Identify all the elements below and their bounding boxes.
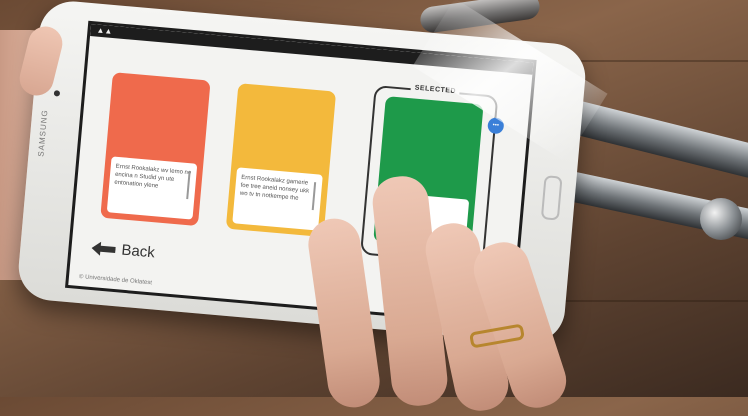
card-text: Ernst Rookalakz gamerie foe tree aneid n…: [239, 174, 310, 202]
card-text: Ernst Rookalakz wv lemo ne encina n Stud…: [114, 163, 192, 190]
back-button[interactable]: Back: [91, 239, 156, 262]
footer-text: © Universidade de Oklatest: [78, 273, 153, 287]
brand-logo: SAMSUNG: [36, 108, 50, 158]
back-arrow-icon: [91, 241, 116, 256]
status-bar: ▲▲: [90, 24, 534, 75]
card-scrollbar[interactable]: [311, 182, 317, 211]
info-icon[interactable]: •••: [487, 117, 505, 135]
metal-knob: [700, 198, 742, 240]
signal-icon: ▲▲: [96, 25, 113, 36]
card-text-box: Ernst Rookalakz wv lemo ne encina n Stud…: [106, 156, 198, 220]
metal-bar: [418, 0, 542, 35]
choice-card-red[interactable]: Ernst Rookalakz wv lemo ne encina n Stud…: [100, 72, 211, 227]
floor-seam: [560, 60, 748, 62]
floor-seam: [540, 300, 748, 302]
choice-card-yellow[interactable]: Ernst Rookalakz gamerie foe tree aneid n…: [225, 83, 337, 238]
home-button[interactable]: [540, 175, 563, 221]
back-label: Back: [120, 241, 156, 262]
selected-label: SELECTED: [410, 84, 461, 96]
front-camera: [53, 90, 61, 97]
card-text-box: Ernst Rookalakz gamerie foe tree aneid n…: [232, 167, 323, 231]
